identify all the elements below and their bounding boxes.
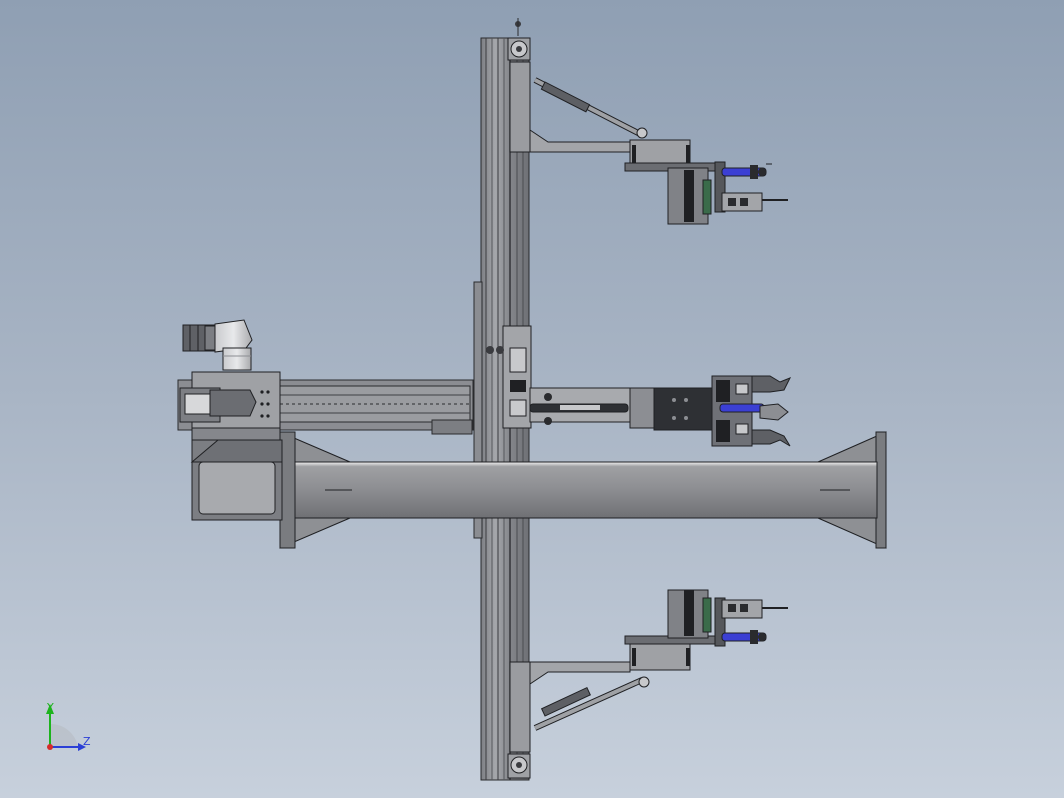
axis-carriage bbox=[179, 371, 281, 441]
cad-viewport[interactable]: Y Z bbox=[0, 0, 1064, 798]
top-pulley bbox=[507, 18, 531, 61]
bottom-pulley bbox=[507, 753, 531, 779]
triad-z-label: Z bbox=[83, 735, 91, 748]
main-beam bbox=[190, 431, 887, 549]
coordinate-triad: Y Z bbox=[46, 701, 91, 751]
assembly-drawing[interactable]: Y Z bbox=[0, 0, 1064, 798]
upper-arm bbox=[509, 61, 726, 225]
upper-gripper bbox=[721, 163, 788, 212]
lower-gripper bbox=[721, 599, 788, 644]
middle-slide bbox=[486, 325, 631, 429]
lower-arm bbox=[509, 589, 726, 753]
x-axis-dot bbox=[47, 744, 53, 750]
servo-motor bbox=[182, 319, 253, 371]
middle-gripper bbox=[629, 375, 792, 447]
triad-y-label: Y bbox=[46, 701, 54, 714]
triad-plane bbox=[50, 723, 78, 747]
